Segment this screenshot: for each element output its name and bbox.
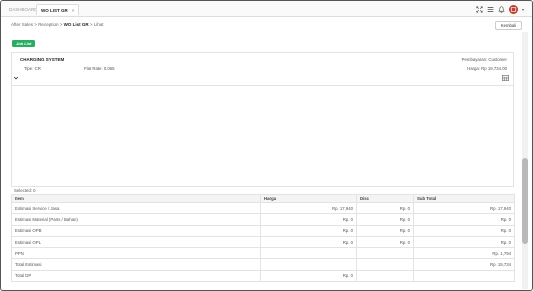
tab-bar: DASHBOARD WO LIST GR × ▾ xyxy=(1,1,532,17)
menu-icon[interactable] xyxy=(487,6,494,13)
breadcrumb: After Sales > Reception > WO List GR > L… xyxy=(11,22,104,27)
column-header[interactable]: Disc xyxy=(356,194,414,203)
top-icons: ▾ xyxy=(476,4,524,15)
table-cell: Rp. 0 xyxy=(260,269,357,283)
vertical-scrollbar[interactable] xyxy=(522,32,528,289)
table-cell: Rp. 0 xyxy=(413,224,515,237)
column-header[interactable]: Sub Total xyxy=(413,194,515,203)
job-list-badge: Job List xyxy=(12,40,36,47)
table-cell xyxy=(356,247,414,260)
table-cell: Rp. 17,940 xyxy=(413,201,515,215)
breadcrumb-reception[interactable]: Reception xyxy=(38,22,58,27)
breadcrumb-separator: > xyxy=(34,22,37,27)
column-header[interactable]: Item xyxy=(11,194,261,203)
table-cell: Rp. 0 xyxy=(356,224,414,237)
breadcrumb-separator: > xyxy=(89,22,93,27)
table-cell: Rp. 0 xyxy=(260,235,357,249)
tab-label: WO LIST GR xyxy=(41,8,68,13)
table-cell xyxy=(356,258,414,271)
expand-icon[interactable] xyxy=(476,6,483,13)
tab-wo-list-gr[interactable]: WO LIST GR × xyxy=(36,4,80,15)
parts-list-area xyxy=(11,86,514,187)
estimate-table: Item Harga Disc Sub Total Estimasi Servi… xyxy=(11,194,515,283)
table-cell: Estimasi Service / Jasa xyxy=(11,201,261,215)
table-cell xyxy=(413,269,515,283)
table-cell: Estimasi Material (Parts / Bahan) xyxy=(11,213,261,226)
pembayaran-text: Pembayaran: Customer xyxy=(461,57,507,62)
bell-icon[interactable] xyxy=(498,6,505,13)
table-cell xyxy=(356,269,414,283)
app-window: DASHBOARD WO LIST GR × ▾ After Sales > Re… xyxy=(0,0,533,291)
flat-rate-text: Flat Rate: 0.065 xyxy=(84,66,115,71)
tab-label: DASHBOARD xyxy=(9,7,38,12)
breadcrumb-wo-list-gr[interactable]: WO List GR xyxy=(64,22,89,27)
kembali-button[interactable]: Kembali xyxy=(494,21,522,30)
table-cell: Total Estimasi xyxy=(11,258,261,271)
user-glyph-icon xyxy=(510,7,517,12)
table-cell: Rp. 0 xyxy=(413,213,515,226)
scrollbar-thumb[interactable] xyxy=(522,158,528,244)
job-title: CHARGING SYSTEM xyxy=(20,57,65,62)
table-row: Estimasi OPL Rp. 0 Rp. 0 Rp. 0 xyxy=(11,235,515,249)
table-cell: Total DP xyxy=(11,269,261,283)
table-row: Estimasi Material (Parts / Bahan) Rp. 0 Rp… xyxy=(11,213,515,226)
column-header[interactable]: Harga xyxy=(260,194,357,203)
breadcrumb-after-sales[interactable]: After Sales xyxy=(11,22,33,27)
selected-count: Selected: 0 xyxy=(14,188,36,193)
table-cell: Rp. 0 xyxy=(356,213,414,226)
table-header-row: Item Harga Disc Sub Total xyxy=(11,194,515,203)
tipe-text: Tipe: CR xyxy=(24,66,41,71)
table-row: Estimasi OPB Rp. 0 Rp. 0 Rp. 0 xyxy=(11,224,515,237)
table-cell: Rp. 0 xyxy=(260,213,357,226)
table-cell: PPN xyxy=(11,247,261,260)
table-cell xyxy=(260,258,357,271)
table-cell: Rp. 19,734 xyxy=(413,258,515,271)
table-row: PPN Rp. 1,794 xyxy=(11,247,515,260)
close-icon[interactable]: × xyxy=(72,8,75,13)
table-cell: Estimasi OPB xyxy=(11,224,261,237)
job-card: CHARGING SYSTEM Pembayaran: Customer Tip… xyxy=(11,52,514,86)
table-cell: Rp. 0 xyxy=(413,235,515,249)
table-cell: Rp. 0 xyxy=(356,235,414,249)
chevron-down-icon[interactable]: ▾ xyxy=(522,7,524,12)
chevron-down-icon[interactable] xyxy=(13,75,19,81)
table-cell: Rp. 0 xyxy=(260,224,357,237)
table-cell: Estimasi OPL xyxy=(11,235,261,249)
harga-text: Harga: Rp 19,734.00 xyxy=(467,66,507,71)
breadcrumb-lihat: Lihat xyxy=(93,22,104,27)
grid-icon[interactable] xyxy=(502,75,509,81)
breadcrumb-separator: > xyxy=(59,22,63,27)
table-cell: Rp. 17,940 xyxy=(260,201,357,215)
table-row: Estimasi Service / Jasa Rp. 17,940 Rp. 0 Rp… xyxy=(11,201,515,215)
table-row: Total Estimasi Rp. 19,734 xyxy=(11,258,515,271)
table-cell: Rp. 1,794 xyxy=(413,247,515,260)
table-row: Total DP Rp. 0 xyxy=(11,269,515,283)
table-cell xyxy=(260,247,357,260)
table-cell: Rp. 0 xyxy=(356,201,414,215)
avatar-icon[interactable] xyxy=(508,5,518,14)
